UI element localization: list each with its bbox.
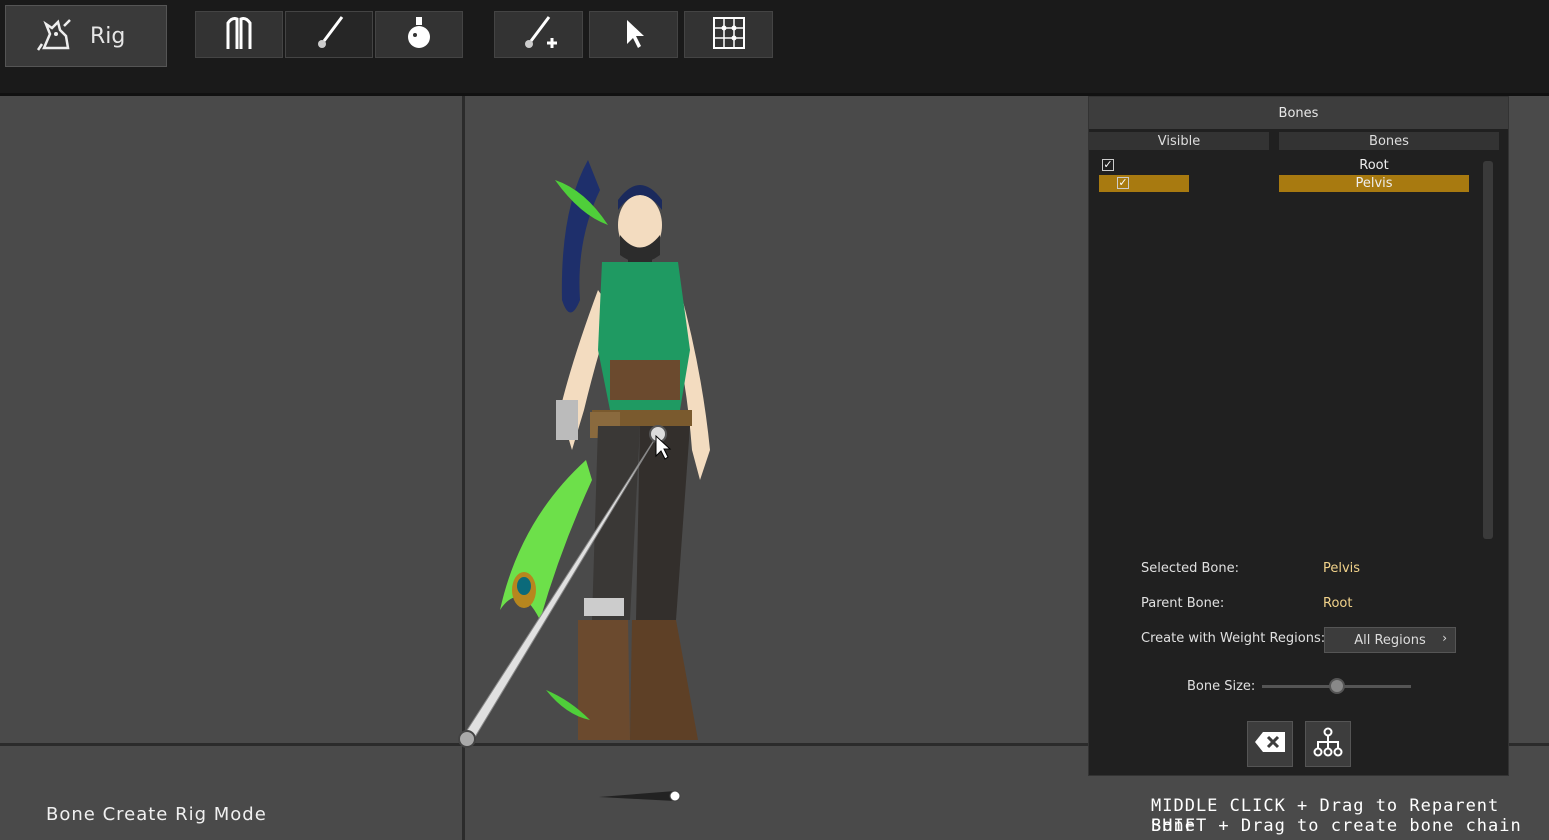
delete-bone-button[interactable]: [1247, 721, 1293, 767]
bones-panel: Bones Visible Bones ✓ Root ✓ Pelvis Sele…: [1088, 96, 1509, 776]
visible-cell-selected[interactable]: [1099, 175, 1189, 192]
paint-brush-icon: [312, 15, 346, 55]
weight-regions-value: All Regions: [1354, 632, 1426, 648]
rig-mode-button[interactable]: Rig: [5, 5, 167, 67]
visible-checkbox-root[interactable]: ✓: [1102, 159, 1114, 171]
column-visible[interactable]: Visible: [1089, 132, 1269, 150]
potion-flask-icon: [402, 15, 436, 55]
selected-bone-label: Selected Bone:: [1141, 561, 1239, 576]
weight-regions-label: Create with Weight Regions:: [1141, 631, 1326, 646]
bone-size-label: Bone Size:: [1187, 679, 1256, 694]
weight-regions-dropdown[interactable]: All Regions ›: [1324, 627, 1456, 653]
select-tool-button[interactable]: [589, 11, 678, 58]
add-bone-button[interactable]: [494, 11, 583, 58]
bones-list-scrollbar[interactable]: [1483, 161, 1493, 539]
bone-size-slider-knob[interactable]: [1328, 678, 1345, 694]
parent-bone-label: Parent Bone:: [1141, 596, 1225, 611]
potion-flask-button[interactable]: [375, 11, 463, 58]
selected-bone-value: Pelvis: [1323, 561, 1361, 576]
mode-label: Bone Create Rig Mode: [46, 804, 267, 825]
chevron-right-icon: ›: [1442, 631, 1447, 645]
grid-points-icon: [712, 16, 746, 54]
grid-points-button[interactable]: [684, 11, 773, 58]
rig-label: Rig: [90, 23, 126, 49]
pelvis-bone[interactable]: [450, 420, 680, 760]
select-arrow-icon: [619, 16, 649, 54]
column-bones[interactable]: Bones: [1279, 132, 1499, 150]
hierarchy-tree-icon: [1313, 727, 1343, 761]
root-bone[interactable]: [595, 785, 685, 807]
cat-rig-icon: [36, 14, 76, 58]
hierarchy-button[interactable]: [1305, 721, 1351, 767]
panel-title: Bones: [1089, 97, 1508, 129]
body-parts-icon: [222, 15, 256, 55]
add-bone-icon: [519, 13, 559, 57]
paint-brush-button[interactable]: [285, 11, 373, 58]
hint-bone-chain: SHIFT + Drag to create bone chain: [1151, 816, 1522, 836]
parent-bone-value: Root: [1323, 596, 1353, 611]
bone-item-root[interactable]: Root: [1279, 158, 1469, 173]
bone-item-pelvis[interactable]: Pelvis: [1279, 176, 1469, 191]
top-toolbar: Rig: [0, 0, 1549, 96]
body-parts-button[interactable]: [195, 11, 283, 58]
backspace-delete-icon: [1253, 730, 1287, 758]
visible-checkbox-pelvis[interactable]: ✓: [1117, 177, 1129, 189]
